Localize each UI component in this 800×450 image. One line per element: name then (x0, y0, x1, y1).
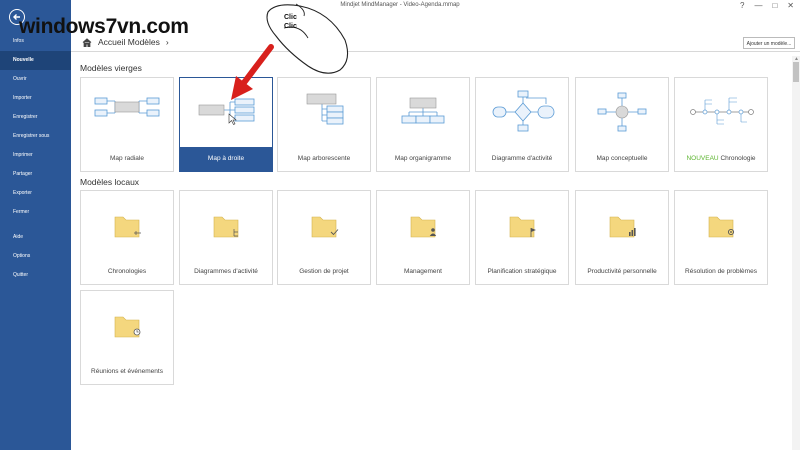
template-label: Gestion de projet (299, 268, 349, 275)
template-label: Map radiale (110, 155, 144, 162)
new-badge: NOUVEAU (686, 155, 719, 162)
folder-icon (576, 191, 668, 260)
template-card-map-organigramme[interactable]: Map organigramme (376, 77, 470, 172)
template-card-map-arborescente[interactable]: Map arborescente (277, 77, 371, 172)
folder-icon (377, 191, 469, 260)
sidebar-item-aide[interactable]: Aide (0, 228, 71, 247)
minimize-button[interactable]: — (754, 1, 762, 10)
template-label: Map à droite (180, 147, 272, 171)
template-label: Map conceptuelle (596, 155, 648, 162)
home-icon[interactable] (82, 37, 92, 47)
template-card-chronologie[interactable]: NOUVEAU Chronologie (674, 77, 768, 172)
add-model-button[interactable]: Ajouter un modèle... (743, 37, 795, 49)
template-label: Map arborescente (297, 155, 351, 162)
right-map-diagram (180, 78, 272, 147)
org-chart-diagram (377, 78, 469, 147)
template-label: NOUVEAU Chronologie (675, 147, 767, 171)
template-label: Productivité personnelle (587, 268, 657, 275)
template-card-management[interactable]: Management (376, 190, 470, 285)
sidebar-item-options[interactable]: Options (0, 247, 71, 266)
folder-icon (81, 291, 173, 360)
template-card-map-radiale[interactable]: Map radiale (80, 77, 174, 172)
template-label: Map organigramme (394, 155, 452, 162)
folder-icon (675, 191, 767, 260)
sidebar-item-ouvrir[interactable]: Ouvrir (0, 70, 71, 89)
activity-diagram (476, 78, 568, 147)
section-title-local: Modèles locaux (80, 177, 140, 187)
template-card-resolution-problemes[interactable]: Résolution de problèmes (674, 190, 768, 285)
window-controls: ? — □ ✕ (740, 1, 794, 10)
sidebar-item-exporter[interactable]: Exporter (0, 184, 71, 203)
click-label-1: Clic (284, 14, 297, 21)
folder-icon (278, 191, 370, 260)
sidebar-item-nouvelle[interactable]: Nouvelle (0, 51, 71, 70)
radial-map-diagram (81, 78, 173, 147)
sidebar-item-imprimer[interactable]: Imprimer (0, 146, 71, 165)
template-card-reunions-evenements[interactable]: Réunions et événements (80, 290, 174, 385)
template-label: Résolution de problèmes (685, 268, 757, 275)
template-label: Management (404, 268, 442, 275)
template-card-map-conceptuelle[interactable]: Map conceptuelle (575, 77, 669, 172)
template-label: Diagramme d'activité (491, 155, 553, 162)
timeline-diagram (675, 78, 767, 147)
help-button[interactable]: ? (740, 1, 744, 10)
sidebar-nav: Infos Nouvelle Ouvrir Importer Enregistr… (0, 32, 71, 285)
folder-icon (476, 191, 568, 260)
close-button[interactable]: ✕ (787, 1, 794, 10)
template-card-diagrammes-activite[interactable]: Diagrammes d'activité (179, 190, 273, 285)
click-label-2: Clic (284, 23, 297, 30)
template-label-text: Chronologie (720, 155, 756, 162)
template-label: Planification stratégique (487, 268, 557, 275)
template-label: Chronologies (107, 268, 147, 275)
maximize-button[interactable]: □ (772, 1, 777, 10)
breadcrumb-label[interactable]: Accueil Modèles (98, 37, 160, 47)
section-title-blank: Modèles vierges (80, 63, 142, 73)
breadcrumb: Accueil Modèles › (82, 37, 169, 47)
sidebar-item-enregistrer[interactable]: Enregistrer (0, 108, 71, 127)
template-card-productivite-personnelle[interactable]: Productivité personnelle (575, 190, 669, 285)
scroll-thumb[interactable] (793, 62, 799, 82)
sidebar-item-partager[interactable]: Partager (0, 165, 71, 184)
sidebar-item-fermer[interactable]: Fermer (0, 203, 71, 222)
sidebar-item-quitter[interactable]: Quitter (0, 266, 71, 285)
breadcrumb-separator: › (165, 37, 169, 47)
sidebar-item-enregistrer-sous[interactable]: Enregistrer sous (0, 127, 71, 146)
template-label: Diagrammes d'activité (194, 268, 258, 275)
template-card-map-a-droite[interactable]: Map à droite (179, 77, 273, 172)
vertical-scrollbar[interactable]: ▲ (792, 56, 800, 450)
watermark-text: windows7vn.com (19, 15, 189, 38)
template-card-gestion-projet[interactable]: Gestion de projet (277, 190, 371, 285)
folder-icon (81, 191, 173, 260)
header-divider (71, 51, 800, 52)
folder-icon (180, 191, 272, 260)
template-card-diagramme-activite[interactable]: Diagramme d'activité (475, 77, 569, 172)
backstage-sidebar: Infos Nouvelle Ouvrir Importer Enregistr… (0, 0, 71, 450)
window-title: Mindjet MindManager - Video-Agenda.mmap (340, 2, 460, 8)
template-card-planification-strategique[interactable]: Planification stratégique (475, 190, 569, 285)
window-title-bar: Mindjet MindManager - Video-Agenda.mmap … (0, 0, 800, 14)
tree-map-diagram (278, 78, 370, 147)
template-card-chronologies[interactable]: Chronologies (80, 190, 174, 285)
sidebar-item-importer[interactable]: Importer (0, 89, 71, 108)
concept-map-diagram (576, 78, 668, 147)
mouse-icon (266, 3, 349, 74)
template-label: Réunions et événements (91, 368, 163, 375)
